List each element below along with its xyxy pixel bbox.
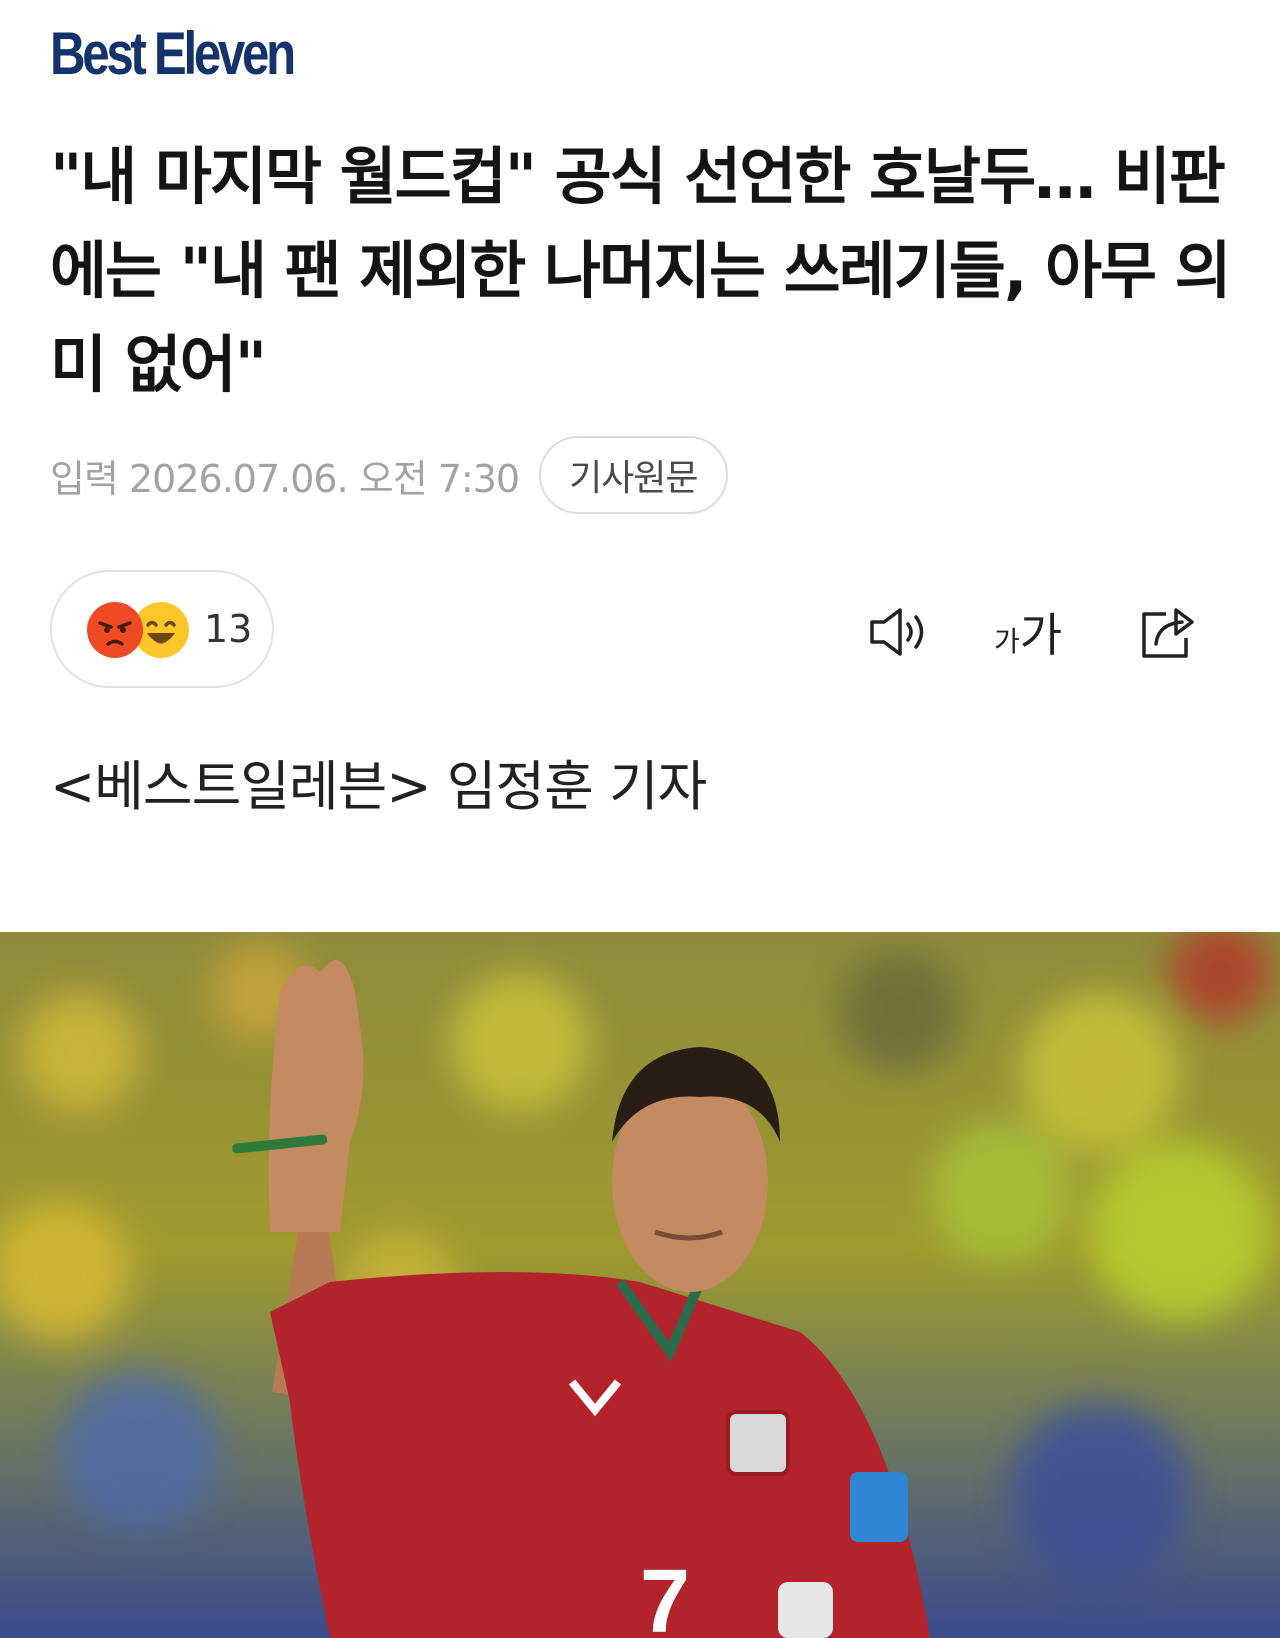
font-size-large-label: 가	[1019, 608, 1063, 662]
font-size-small-label: 가	[993, 625, 1020, 658]
share-icon[interactable]	[1132, 596, 1204, 668]
angry-emoji-icon	[87, 602, 143, 658]
player-photo[interactable]: 7	[0, 932, 1280, 1638]
jersey-number: 7	[640, 1552, 690, 1638]
article-meta: 입력 2026.07.06. 오전 7:30 기사원문	[50, 435, 728, 515]
article-headline: "내 마지막 월드컵" 공식 선언한 호날두… 비판에는 "내 팬 제외한 나머…	[50, 140, 1232, 401]
publish-date: 입력 2026.07.06. 오전 7:30	[50, 456, 520, 501]
reaction-button[interactable]: 13	[50, 570, 274, 688]
original-article-button[interactable]: 기사원문	[539, 436, 728, 514]
font-size-icon[interactable]: 가 가	[992, 596, 1064, 668]
player-photo-illustration: 7	[0, 932, 1280, 1638]
reaction-count: 13	[204, 607, 253, 651]
article-byline: <베스트일레븐> 임정훈 기자	[50, 755, 707, 818]
speaker-icon[interactable]	[862, 596, 934, 668]
reaction-emojis	[86, 599, 190, 659]
brand-logo[interactable]: Best Eleven	[50, 22, 296, 86]
